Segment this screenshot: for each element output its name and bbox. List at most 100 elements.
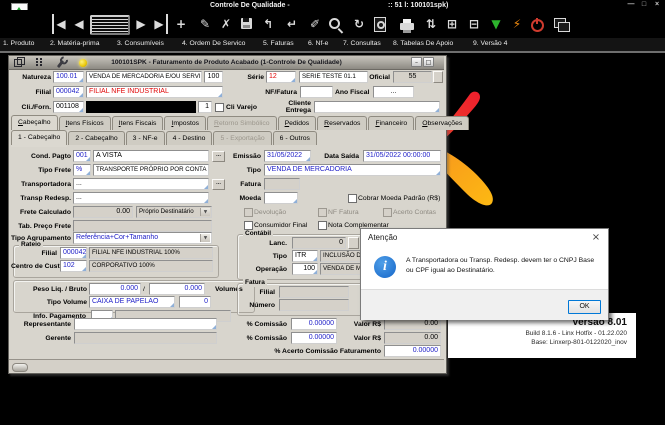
tipo-frete-code-field[interactable]: % — [73, 164, 91, 176]
menu-consultas[interactable]: 7. Consultas — [343, 38, 381, 50]
peso-bruto-field[interactable]: 0.000 — [149, 283, 205, 295]
emissao-field[interactable]: 31/05/2022 — [264, 150, 311, 162]
window-restore-icon[interactable] — [14, 59, 22, 67]
sort-transfer-icon[interactable]: ⇅ — [424, 14, 438, 34]
oficial-button[interactable] — [433, 71, 443, 83]
tab-cabecalho[interactable]: Cabeçalho — [11, 115, 58, 130]
last-record-icon[interactable]: ▶ — [153, 14, 168, 34]
menu-consumiveis[interactable]: 3. Consumíveis — [117, 38, 164, 50]
serie-code-field[interactable]: 12 — [266, 71, 296, 83]
tab-pedidos[interactable]: Pedidos — [278, 116, 317, 130]
cliente-entrega-field[interactable] — [314, 101, 440, 113]
filter-apply-icon[interactable]: ▼ — [489, 14, 503, 34]
nota-complementar-checkbox[interactable] — [318, 221, 327, 230]
gerente-label: Gerente — [9, 333, 71, 345]
tipo-frete-desc-field: TRANSPORTE PRÓPRIO POR CONTA D — [93, 164, 209, 176]
first-record-icon[interactable]: ◀ — [52, 14, 67, 34]
frete-mode-select[interactable]: Próprio Destinatário▼ — [136, 206, 212, 218]
ano-fiscal-field[interactable]: ... — [373, 86, 414, 98]
acerto-comissao-field[interactable]: 0.00000 — [384, 345, 441, 357]
tab-financeiro[interactable]: Financeiro — [368, 116, 414, 130]
faturamento-window: 100101SPK - Faturamento de Produto Acaba… — [8, 55, 447, 374]
document-add-icon[interactable]: ⊞ — [445, 14, 459, 34]
minimize-button[interactable]: — — [625, 0, 637, 9]
subtab-1-cabecalho[interactable]: 1 - Cabeçalho — [11, 130, 67, 145]
tab-observacoes[interactable]: Observações — [415, 116, 469, 130]
transportadora-field[interactable]: ... — [73, 178, 209, 190]
bulb-icon[interactable] — [79, 59, 87, 67]
frete-calculado-label: Frete Calculado — [9, 207, 71, 219]
lanc-button[interactable] — [348, 237, 359, 249]
nf-fatura-field[interactable] — [300, 86, 333, 98]
menu-versao-4[interactable]: 9. Versão 4 — [473, 38, 507, 50]
preview-document-icon[interactable] — [374, 17, 386, 32]
rateio-filial-code-field[interactable]: 000042 — [60, 247, 87, 259]
dialog-close-icon[interactable]: × — [588, 231, 604, 244]
save-record-icon[interactable] — [241, 18, 252, 29]
nf-fatura-checkbox — [318, 208, 327, 217]
search-icon[interactable] — [329, 18, 340, 29]
filial-desc-field: FILIAL NFE INDUSTRIAL — [86, 86, 223, 98]
confirm-icon[interactable]: ↵ — [285, 14, 299, 34]
clear-brush-icon[interactable]: ✐ — [308, 14, 322, 34]
tab-itens-fisicos[interactable]: Itens Físicos — [59, 116, 111, 130]
print-icon[interactable] — [400, 23, 414, 30]
data-saida-field[interactable]: 31/05/2022 00:00:00 — [363, 150, 441, 162]
cli-forn-code-field[interactable]: 001108 — [53, 101, 84, 113]
subtab-6-outros[interactable]: 6 - Outros — [273, 131, 317, 145]
filter-clear-icon[interactable]: ⚡ — [510, 14, 524, 34]
tipo-agrupamento-select[interactable]: Referência+Cor+Tamanho▼ — [73, 232, 212, 244]
menu-produto[interactable]: 1. Produto — [3, 38, 34, 50]
representante-field[interactable] — [74, 318, 217, 330]
next-record-icon[interactable]: ▶ — [135, 14, 147, 34]
menu-tabelas-apoio[interactable]: 8. Tabelas De Apoio — [393, 38, 453, 50]
ok-button[interactable]: OK — [568, 300, 601, 314]
status-lights-icon[interactable] — [36, 58, 43, 67]
volumes-field[interactable]: 0 — [179, 296, 211, 308]
tab-reservados[interactable]: Reservados — [317, 116, 367, 130]
cliente-entrega-label: Cliente Entrega — [265, 100, 311, 114]
record-list-icon[interactable] — [90, 15, 130, 35]
arrange-windows-icon[interactable] — [554, 18, 566, 28]
operacao-code-field[interactable]: 100 — [292, 263, 318, 275]
refresh-icon[interactable]: ↻ — [352, 14, 366, 34]
add-record-icon[interactable]: + — [174, 14, 188, 34]
filial-code-field[interactable]: 000042 — [53, 86, 84, 98]
rateio-filial-desc-field: FILIAL NFE INDUSTRIAL 100% — [89, 247, 213, 259]
menu-nfe[interactable]: 6. Nf-e — [308, 38, 328, 50]
close-button[interactable]: × — [651, 0, 663, 9]
transp-redesp-field[interactable]: ... — [73, 192, 209, 204]
cobrar-moeda-checkbox[interactable] — [348, 194, 357, 203]
transportadora-label: Transportadora — [9, 179, 71, 191]
tipo-volume-field[interactable]: CAIXA DE PAPELAO — [89, 296, 175, 308]
subtab-3-nfe[interactable]: 3 - NF-e — [126, 131, 165, 145]
comissao2-field[interactable]: 0.00000 — [291, 332, 337, 344]
edit-record-icon[interactable]: ✎ — [198, 14, 212, 34]
tab-impostos[interactable]: Impostos — [164, 116, 206, 130]
delete-record-icon[interactable]: ✗ — [219, 14, 233, 34]
cond-pagto-code-field[interactable]: 001 — [73, 150, 91, 162]
consumidor-final-checkbox[interactable] — [244, 221, 253, 230]
previous-record-icon[interactable]: ◀ — [73, 14, 85, 34]
natureza-code-field[interactable]: 100.01 — [53, 71, 84, 83]
window-maximize-button[interactable]: □ — [423, 57, 434, 67]
document-remove-icon[interactable]: ⊟ — [467, 14, 481, 34]
window-minimize-button[interactable]: – — [411, 57, 422, 67]
menu-materia-prima[interactable]: 2. Matéria-prima — [50, 38, 99, 50]
cli-varejo-checkbox[interactable] — [215, 103, 224, 112]
menu-ordem-servico[interactable]: 4. Ordem De Servico — [182, 38, 245, 50]
centro-custo-code-field[interactable]: 102 — [60, 260, 87, 272]
tab-itens-fiscais[interactable]: Itens Fiscais — [112, 116, 164, 130]
menu-faturas[interactable]: 5. Faturas — [263, 38, 294, 50]
moeda-field[interactable] — [264, 192, 298, 204]
peso-liquido-field[interactable]: 0.000 — [89, 283, 141, 295]
maximize-button[interactable]: □ — [638, 0, 650, 9]
contabil-tipo-code-field[interactable]: ITR — [292, 250, 318, 262]
subtab-2-cabecalho[interactable]: 2 - Cabeçalho — [68, 131, 124, 145]
undo-icon[interactable]: ↰ — [261, 14, 275, 34]
subtab-4-destino[interactable]: 4 - Destino — [166, 131, 213, 145]
exit-power-icon[interactable] — [531, 19, 544, 32]
comissao1-label: % Comissão — [209, 319, 287, 331]
tipo-field[interactable]: VENDA DE MERCADORIA — [264, 164, 441, 176]
comissao1-field[interactable]: 0.00000 — [291, 318, 337, 330]
